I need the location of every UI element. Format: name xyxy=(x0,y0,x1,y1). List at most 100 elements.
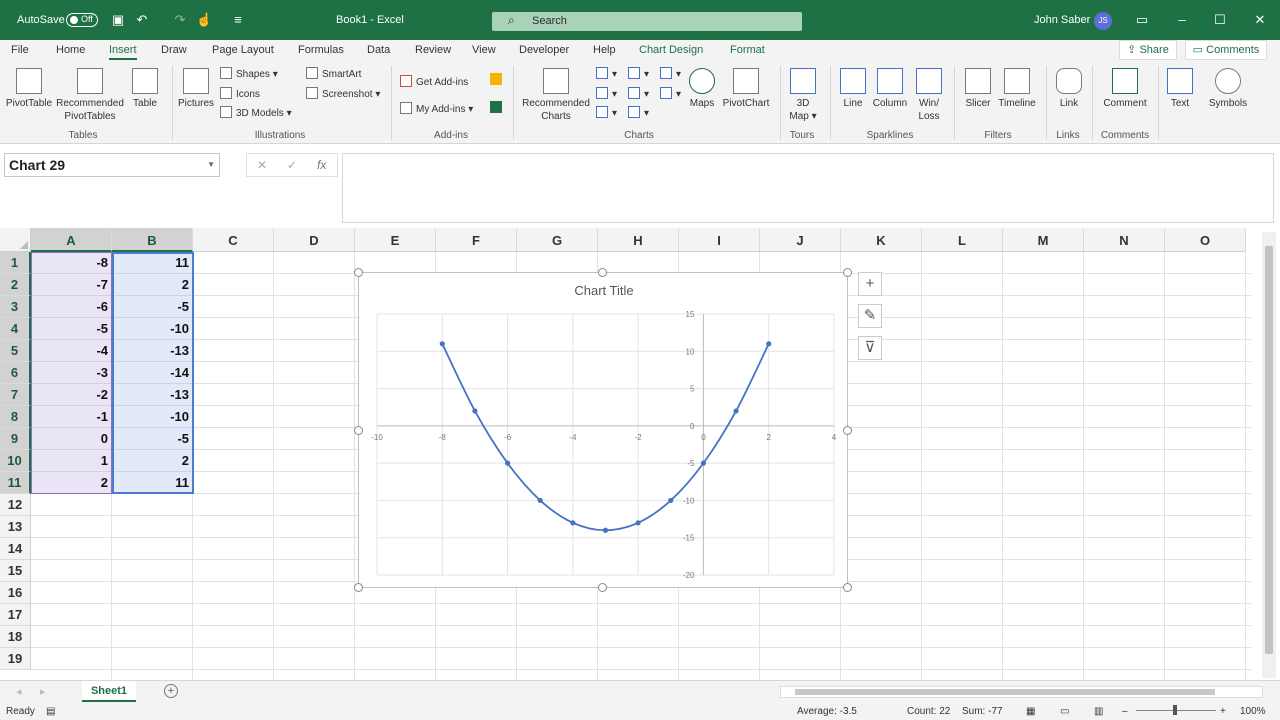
row-header-15[interactable]: 15 xyxy=(0,560,31,582)
column-header-h[interactable]: H xyxy=(598,228,679,252)
tab-insert[interactable]: Insert xyxy=(109,42,137,60)
sparkline-column-button[interactable]: Column xyxy=(870,68,910,110)
people-graph-icon[interactable] xyxy=(490,101,506,114)
row-header-7[interactable]: 7 xyxy=(0,384,31,406)
chart-object[interactable]: Chart Title -10 -8 -6 -4 -2 0 2 4 15 10 5 0 -5 -10 -15… xyxy=(358,272,848,588)
tab-chart-design[interactable]: Chart Design xyxy=(639,42,703,60)
row-header-2[interactable]: 2 xyxy=(0,274,31,296)
tab-developer[interactable]: Developer xyxy=(519,42,569,60)
text-button[interactable]: Text xyxy=(1164,68,1196,110)
save-icon[interactable]: ▣ xyxy=(110,12,126,28)
cell-b10[interactable]: 2 xyxy=(112,450,192,472)
my-addins-button[interactable]: My Add-ins ▾ xyxy=(400,102,473,115)
macro-record-icon[interactable]: ▤ xyxy=(46,706,55,717)
minimize-icon[interactable]: – xyxy=(1174,12,1190,28)
column-header-d[interactable]: D xyxy=(274,228,355,252)
recommended-pivottables-button[interactable]: Recommended PivotTables xyxy=(54,68,126,123)
chart-elements-button[interactable]: + xyxy=(858,272,882,296)
zoom-slider-thumb[interactable] xyxy=(1173,705,1177,715)
column-header-b[interactable]: B xyxy=(112,228,193,252)
combo-chart-button[interactable]: ▾ xyxy=(660,87,681,100)
chart-filters-button[interactable]: ⊽ xyxy=(858,336,882,360)
row-header-6[interactable]: 6 xyxy=(0,362,31,384)
sparkline-winloss-button[interactable]: Win/Loss xyxy=(912,68,946,123)
tab-home[interactable]: Home xyxy=(56,42,85,60)
ribbon-display-icon[interactable]: ▭ xyxy=(1134,12,1150,28)
cell-a10[interactable]: 1 xyxy=(31,450,111,472)
cell-b9[interactable]: -5 xyxy=(112,428,192,450)
cell-a1[interactable]: -8 xyxy=(31,252,111,274)
slicer-button[interactable]: Slicer xyxy=(960,68,996,110)
screenshot-button[interactable]: Screenshot ▾ xyxy=(306,87,380,100)
sparkline-line-button[interactable]: Line xyxy=(838,68,868,110)
column-header-g[interactable]: G xyxy=(517,228,598,252)
3d-map-button[interactable]: 3D Map ▾ xyxy=(784,68,822,123)
column-header-c[interactable]: C xyxy=(193,228,274,252)
resize-handle-ne[interactable] xyxy=(843,268,852,277)
row-header-9[interactable]: 9 xyxy=(0,428,31,450)
tab-format[interactable]: Format xyxy=(730,42,765,60)
cell-a7[interactable]: -2 xyxy=(31,384,111,406)
row-header-11[interactable]: 11 xyxy=(0,472,31,494)
tab-help[interactable]: Help xyxy=(593,42,616,60)
search-box[interactable]: ⌕ Search xyxy=(492,12,802,31)
recommended-charts-button[interactable]: Recommended Charts xyxy=(520,68,592,123)
hierarchy-chart-button[interactable]: ▾ xyxy=(628,67,649,80)
row-header-19[interactable]: 19 xyxy=(0,648,31,670)
cell-b4[interactable]: -10 xyxy=(112,318,192,340)
share-button[interactable]: ⇪ Share xyxy=(1119,40,1177,60)
customize-toolbar-icon[interactable]: ≡ xyxy=(230,12,246,28)
row-header-4[interactable]: 4 xyxy=(0,318,31,340)
page-layout-view-icon[interactable]: ▭ xyxy=(1060,706,1069,717)
row-header-17[interactable]: 17 xyxy=(0,604,31,626)
touch-mode-icon[interactable]: ☝ xyxy=(196,12,212,28)
page-break-view-icon[interactable]: ▥ xyxy=(1094,706,1103,717)
table-button[interactable]: Table xyxy=(128,68,162,110)
cell-a9[interactable]: 0 xyxy=(31,428,111,450)
tab-formulas[interactable]: Formulas xyxy=(298,42,344,60)
cell-b3[interactable]: -5 xyxy=(112,296,192,318)
row-header-14[interactable]: 14 xyxy=(0,538,31,560)
autosave-toggle[interactable]: Off xyxy=(66,13,98,27)
resize-handle-w[interactable] xyxy=(354,426,363,435)
statistic-chart-button[interactable]: ▾ xyxy=(628,87,649,100)
column-header-n[interactable]: N xyxy=(1084,228,1165,252)
formula-input[interactable] xyxy=(342,153,1274,223)
avatar[interactable]: JS xyxy=(1094,12,1112,30)
resize-handle-e[interactable] xyxy=(843,426,852,435)
cell-a3[interactable]: -6 xyxy=(31,296,111,318)
zoom-out-icon[interactable]: – xyxy=(1122,706,1128,717)
pictures-button[interactable]: Pictures xyxy=(176,68,216,110)
cell-a6[interactable]: -3 xyxy=(31,362,111,384)
tab-data[interactable]: Data xyxy=(367,42,390,60)
column-header-o[interactable]: O xyxy=(1165,228,1246,252)
resize-handle-n[interactable] xyxy=(598,268,607,277)
row-header-1[interactable]: 1 xyxy=(0,252,31,274)
scroll-thumb[interactable] xyxy=(795,689,1215,695)
3d-models-button[interactable]: 3D Models ▾ xyxy=(220,106,292,119)
column-header-m[interactable]: M xyxy=(1003,228,1084,252)
row-header-16[interactable]: 16 xyxy=(0,582,31,604)
pivottable-button[interactable]: PivotTable xyxy=(4,68,54,110)
column-chart-button[interactable]: ▾ xyxy=(596,67,617,80)
resize-handle-nw[interactable] xyxy=(354,268,363,277)
row-header-10[interactable]: 10 xyxy=(0,450,31,472)
column-header-l[interactable]: L xyxy=(922,228,1003,252)
tab-file[interactable]: File xyxy=(11,42,29,60)
column-header-f[interactable]: F xyxy=(436,228,517,252)
vertical-scrollbar[interactable] xyxy=(1262,232,1276,678)
icons-button[interactable]: Icons xyxy=(220,87,260,100)
maps-button[interactable]: Maps xyxy=(686,68,718,110)
sheet-tab-sheet1[interactable]: Sheet1 xyxy=(82,681,136,702)
column-header-i[interactable]: I xyxy=(679,228,760,252)
chevron-down-icon[interactable]: ▼ xyxy=(207,160,215,169)
column-header-e[interactable]: E xyxy=(355,228,436,252)
bing-icon[interactable] xyxy=(490,73,506,86)
name-box[interactable]: Chart 29 ▼ xyxy=(4,153,220,177)
worksheet-grid[interactable]: ABCDEFGHIJKLMNO 1 2 3 4 5 6 7 8 9 10 11 12 13 14 15 16 1… xyxy=(0,228,1280,680)
close-icon[interactable]: ✕ xyxy=(1252,12,1268,28)
cell-a2[interactable]: -7 xyxy=(31,274,111,296)
tab-page-layout[interactable]: Page Layout xyxy=(212,42,274,60)
symbols-button[interactable]: Symbols xyxy=(1206,68,1250,110)
add-sheet-icon[interactable]: + xyxy=(164,684,178,698)
